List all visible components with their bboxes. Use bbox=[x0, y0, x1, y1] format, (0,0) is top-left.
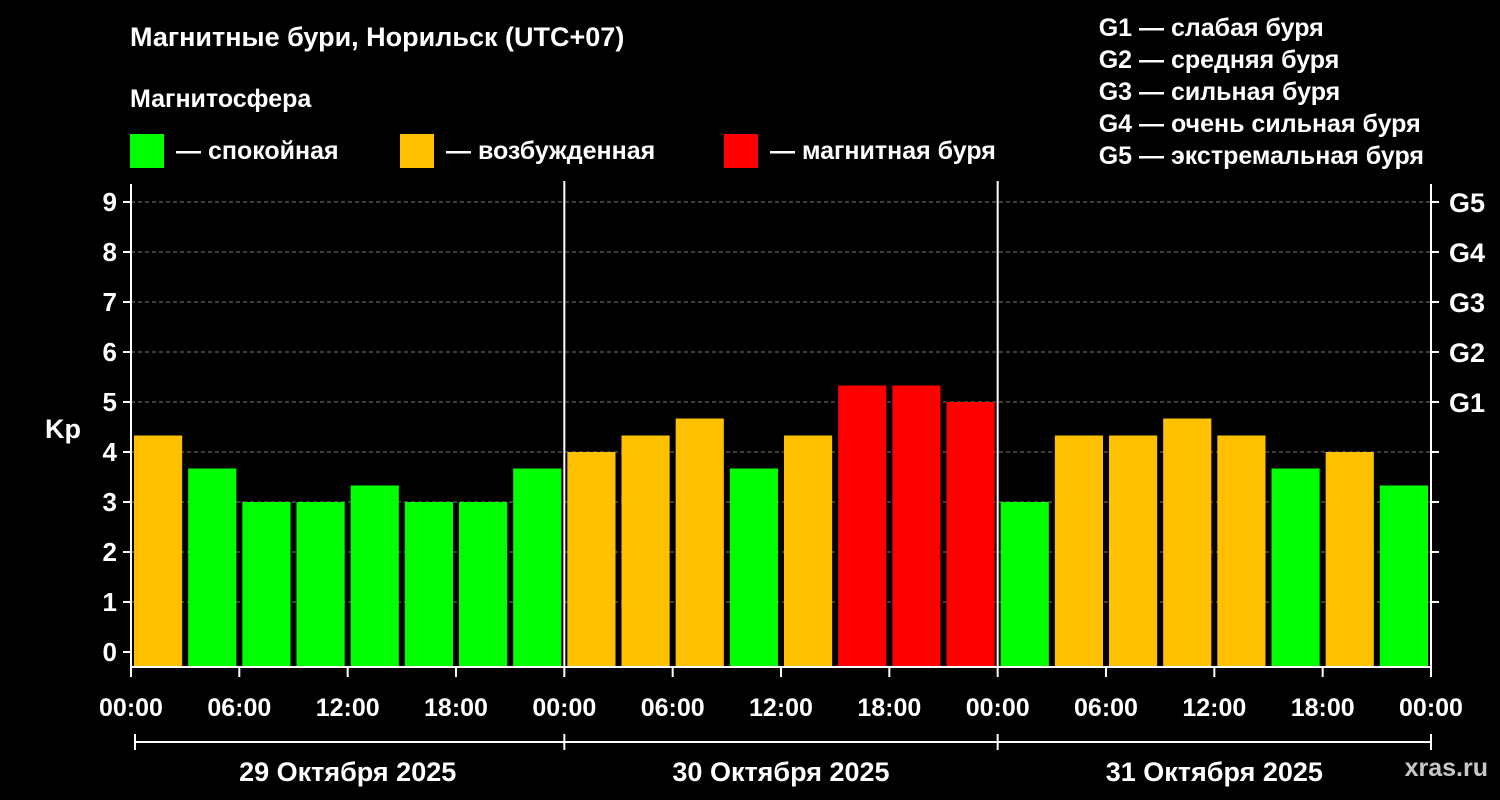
kp-bar bbox=[621, 435, 670, 667]
day-label: 29 Октября 2025 bbox=[239, 757, 456, 787]
kp-bar bbox=[1217, 435, 1266, 667]
y-tick-label: 4 bbox=[103, 437, 118, 467]
kp-bar bbox=[242, 502, 291, 667]
y-tick-label: 9 bbox=[103, 187, 117, 217]
y-tick-label: 6 bbox=[103, 337, 117, 367]
day-label: 30 Октября 2025 bbox=[672, 757, 889, 787]
kp-bar bbox=[459, 502, 508, 667]
x-tick-label: 18:00 bbox=[857, 694, 921, 722]
g-tick-label: G3 bbox=[1449, 288, 1485, 318]
kp-bar bbox=[1271, 468, 1320, 667]
watermark: xras.ru bbox=[1404, 754, 1488, 782]
kp-bar bbox=[892, 385, 941, 667]
g-tick-label: G2 bbox=[1449, 338, 1485, 368]
y-tick-label: 1 bbox=[103, 587, 117, 617]
kp-bar bbox=[296, 502, 345, 667]
kp-bar bbox=[784, 435, 833, 667]
g-tick-label: G5 bbox=[1449, 188, 1485, 218]
x-tick-label: 18:00 bbox=[1291, 694, 1355, 722]
kp-bar bbox=[1325, 452, 1374, 667]
x-tick-label: 06:00 bbox=[641, 694, 705, 722]
kp-bar bbox=[675, 418, 724, 667]
y-tick-label: 8 bbox=[103, 237, 117, 267]
x-tick-label: 12:00 bbox=[1182, 694, 1246, 722]
x-tick-label: 00:00 bbox=[532, 694, 596, 722]
y-tick-label: 0 bbox=[103, 637, 117, 667]
kp-bar bbox=[188, 468, 237, 667]
x-tick-label: 00:00 bbox=[1399, 694, 1463, 722]
kp-bar bbox=[729, 468, 778, 667]
y-tick-label: 5 bbox=[103, 387, 117, 417]
kp-bar bbox=[946, 402, 995, 667]
x-tick-label: 00:00 bbox=[99, 694, 163, 722]
y-axis-label: Kp bbox=[45, 414, 81, 444]
kp-bar bbox=[350, 485, 399, 667]
kp-bar bbox=[513, 468, 562, 667]
kp-bar bbox=[1163, 418, 1212, 667]
kp-bar bbox=[1379, 485, 1428, 667]
kp-bar bbox=[567, 452, 616, 667]
x-tick-label: 12:00 bbox=[316, 694, 380, 722]
x-tick-label: 18:00 bbox=[424, 694, 488, 722]
y-tick-label: 7 bbox=[103, 287, 117, 317]
kp-bar bbox=[1000, 502, 1049, 667]
kp-chart: 0 1 2 3 4 5 6 7 8 9 G1 G2 G3 G4 G5 Kp 00:00 06:00 12:00 18:… bbox=[45, 181, 1485, 787]
g-tick-label: G1 bbox=[1449, 388, 1485, 418]
kp-bar bbox=[838, 385, 887, 667]
x-tick-label: 06:00 bbox=[207, 694, 271, 722]
kp-bar bbox=[404, 502, 453, 667]
x-tick-label: 00:00 bbox=[966, 694, 1030, 722]
x-tick-label: 12:00 bbox=[749, 694, 813, 722]
g-tick-label: G4 bbox=[1449, 238, 1485, 268]
y-tick-label: 2 bbox=[103, 537, 117, 567]
x-tick-label: 06:00 bbox=[1074, 694, 1138, 722]
y-tick-label: 3 bbox=[103, 487, 117, 517]
kp-bar bbox=[1054, 435, 1103, 667]
kp-bar bbox=[1109, 435, 1158, 667]
day-label: 31 Октября 2025 bbox=[1106, 757, 1323, 787]
kp-bar bbox=[134, 435, 183, 667]
